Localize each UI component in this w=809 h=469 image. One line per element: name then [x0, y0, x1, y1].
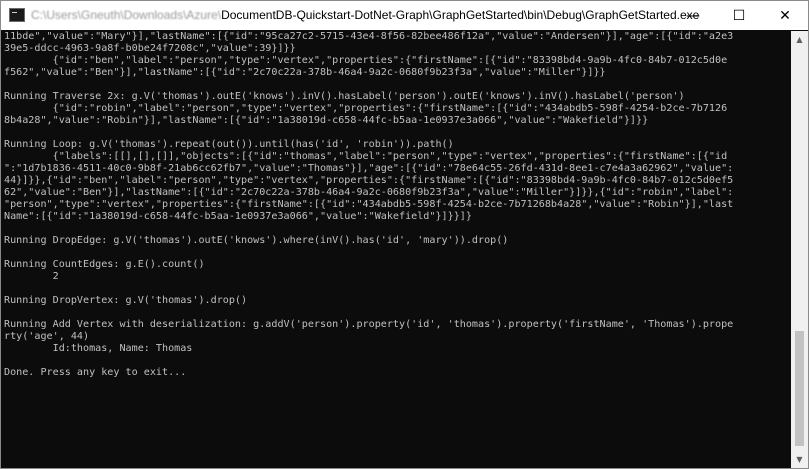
title-bar[interactable]: C:\Users\Gneuth\Downloads\Azure\Document…: [1, 1, 808, 30]
vertical-scrollbar[interactable]: ▲ ▼: [791, 31, 808, 468]
console-line: "person","type":"vertex","properties":{"…: [4, 199, 734, 210]
console-line: Running DropEdge: g.V('thomas').outE('kn…: [4, 235, 509, 246]
window-title-path: DocumentDB-Quickstart-DotNet-Graph\Graph…: [221, 8, 700, 22]
close-icon: ✕: [779, 7, 791, 24]
console-line: Running CountEdges: g.E().count(): [4, 259, 205, 270]
console-line: 62","value":"Ben"}],"lastName":[{"id":"2…: [4, 187, 734, 198]
console-line: Running Loop: g.V('thomas').repeat(out()…: [4, 139, 454, 150]
console-line: ":"1d7b1836-4511-40c0-9b8f-21ab6cc62fb7"…: [4, 163, 734, 174]
console-line: Done. Press any key to exit...: [4, 367, 187, 378]
minimize-button[interactable]: —: [670, 1, 716, 30]
console-output: 11bde","value":"Mary"}],"lastName":[{"id…: [1, 31, 791, 379]
console-line: Id:thomas, Name: Thomas: [4, 343, 193, 354]
console-line: 39e5-ddcc-4963-9a8f-b0be24f7208c","value…: [4, 43, 296, 54]
console-output-area[interactable]: 11bde","value":"Mary"}],"lastName":[{"id…: [1, 31, 791, 468]
console-line: Running DropVertex: g.V('thomas').drop(): [4, 295, 248, 306]
console-line: {"id":"robin","label":"person","type":"v…: [4, 103, 728, 114]
scroll-up-button[interactable]: ▲: [791, 31, 808, 48]
maximize-button[interactable]: ☐: [716, 1, 762, 30]
console-line: 44}]}},{"id":"ben","label":"person","typ…: [4, 175, 734, 186]
window-title-obscured-path: C:\Users\Gneuth\Downloads\Azure\: [31, 8, 222, 22]
close-button[interactable]: ✕: [762, 1, 808, 30]
console-line: 11bde","value":"Mary"}],"lastName":[{"id…: [4, 31, 734, 42]
console-line: {"labels":[[],[],[]],"objects":[{"id":"t…: [4, 151, 728, 162]
scroll-down-button[interactable]: ▼: [791, 451, 808, 468]
scroll-up-arrow-icon: ▲: [796, 35, 803, 44]
scrollbar-thumb[interactable]: [795, 331, 804, 446]
console-line: Running Traverse 2x: g.V('thomas').outE(…: [4, 91, 685, 102]
console-line: rty('age', 44): [4, 331, 90, 342]
console-line: 8b4a28","value":"Robin"}],"lastName":[{"…: [4, 115, 649, 126]
maximize-icon: ☐: [732, 7, 746, 24]
window-title: C:\Users\Gneuth\Downloads\Azure\Document…: [31, 8, 699, 22]
console-line: {"id":"ben","label":"person","type":"ver…: [4, 55, 728, 66]
scroll-down-arrow-icon: ▼: [796, 455, 803, 464]
console-line: 2: [4, 271, 59, 282]
console-window: C:\Users\Gneuth\Downloads\Azure\Document…: [0, 0, 809, 469]
console-line: f562","value":"Ben"}],"lastName":[{"id":…: [4, 67, 606, 78]
console-line: Name":[{"id":"1a38019d-c658-44fc-b5aa-1e…: [4, 211, 472, 222]
minimize-icon: —: [686, 7, 700, 24]
console-line: Running Add Vertex with deserialization:…: [4, 319, 734, 330]
console-app-icon[interactable]: [9, 8, 25, 22]
